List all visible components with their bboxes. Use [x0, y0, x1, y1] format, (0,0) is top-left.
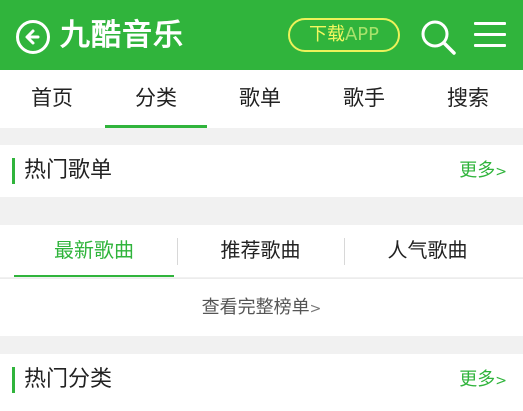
- more-label: 更多: [459, 160, 496, 181]
- tab-latest-songs[interactable]: 最新歌曲: [14, 225, 174, 277]
- nav-tab-search[interactable]: 搜索: [416, 70, 520, 128]
- nav-tab-home[interactable]: 首页: [0, 70, 104, 128]
- top-bar: 九酷音乐 下载APP: [0, 0, 523, 70]
- section-accent-bar: [12, 367, 15, 393]
- hot-categories-section: 热门分类 更多>: [0, 354, 523, 411]
- menu-line: [474, 22, 506, 25]
- app-logo: 九酷音乐: [60, 18, 184, 53]
- more-label: 更多: [459, 369, 496, 390]
- song-tabs: 最新歌曲 推荐歌曲 人气歌曲: [0, 225, 523, 277]
- section-title: 热门分类: [24, 367, 113, 392]
- view-full-chart-link[interactable]: 查看完整榜单>: [0, 278, 523, 336]
- chevron-right-icon: >: [495, 164, 507, 180]
- chevron-right-icon: >: [495, 373, 507, 389]
- section-header: 热门分类 更多>: [0, 354, 523, 406]
- search-icon[interactable]: [418, 17, 458, 57]
- section-accent-bar: [12, 158, 15, 184]
- menu-line: [474, 44, 506, 47]
- main-nav: 首页 分类 歌单 歌手 搜索: [0, 70, 523, 128]
- section-title: 热门歌单: [24, 158, 113, 183]
- hot-playlists-section: 热门歌单 更多>: [0, 145, 523, 197]
- download-label: 下载: [308, 24, 345, 45]
- download-app-button[interactable]: 下载APP: [288, 18, 400, 52]
- tab-popular-songs[interactable]: 人气歌曲: [345, 225, 510, 277]
- back-arrow-icon: [25, 29, 40, 45]
- nav-tab-singer[interactable]: 歌手: [312, 70, 416, 128]
- download-app-label: APP: [344, 24, 380, 45]
- menu-icon[interactable]: [474, 18, 506, 52]
- view-full-chart-label: 查看完整榜单: [201, 297, 310, 318]
- nav-tab-playlist[interactable]: 歌单: [208, 70, 312, 128]
- nav-tab-category[interactable]: 分类: [104, 70, 208, 128]
- back-button[interactable]: [16, 20, 50, 54]
- chevron-right-icon: >: [309, 301, 322, 317]
- section-header: 热门歌单 更多>: [0, 145, 523, 197]
- tab-recommended-songs[interactable]: 推荐歌曲: [178, 225, 343, 277]
- more-link[interactable]: 更多>: [459, 354, 507, 407]
- menu-line: [474, 33, 506, 36]
- more-link[interactable]: 更多>: [459, 145, 507, 198]
